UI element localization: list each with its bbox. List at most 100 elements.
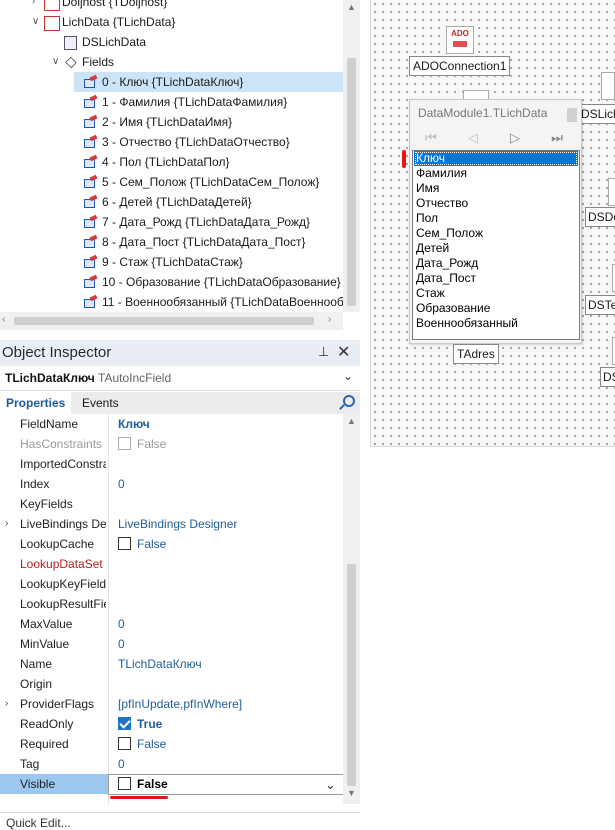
component-icon[interactable]: [608, 178, 615, 206]
tree-item[interactable]: DSLichData: [0, 32, 343, 52]
property-name[interactable]: LiveBindings Des: [20, 514, 106, 534]
tab-events[interactable]: Events: [76, 392, 125, 414]
scrollbar-thumb[interactable]: [14, 317, 314, 325]
tree-item[interactable]: 6 - Детей {TLichDataДетей}: [0, 192, 343, 212]
quick-edit-label[interactable]: Quick Edit...: [6, 816, 71, 830]
chevron-down-icon[interactable]: ⌄: [343, 369, 353, 383]
property-row[interactable]: ReadOnly True: [0, 714, 343, 734]
property-name[interactable]: Index: [20, 474, 106, 494]
tree-item[interactable]: 7 - Дата_Рожд {TLichDataДата_Рожд}: [0, 212, 343, 232]
scrollbar-thumb[interactable]: [347, 564, 356, 786]
tree-item[interactable]: ∨ Fields: [0, 52, 343, 72]
property-name[interactable]: Name: [20, 654, 106, 674]
tree-item[interactable]: › Doljnost {TDoljnost}: [0, 0, 343, 12]
property-name[interactable]: LookupResultFie: [20, 594, 106, 614]
close-icon[interactable]: ✕: [337, 342, 350, 362]
inspector-scrollbar[interactable]: ▲ ▼: [343, 414, 360, 804]
property-row[interactable]: LookupResultFie: [0, 594, 343, 614]
property-name[interactable]: ProviderFlags: [20, 694, 106, 714]
checkbox[interactable]: [118, 537, 131, 550]
property-value[interactable]: Ключ: [118, 414, 338, 434]
dataset-field-item[interactable]: Дата_Рожд: [414, 256, 578, 271]
prior-record-icon[interactable]: ◁: [452, 128, 494, 148]
tree-item[interactable]: 0 - Ключ {TLichDataКлюч}: [74, 72, 343, 92]
tree-item[interactable]: 5 - Сем_Полож {TLichDataСем_Полож}: [0, 172, 343, 192]
dataset-field-item[interactable]: Образование: [414, 301, 578, 316]
property-name[interactable]: LookupDataSet: [20, 554, 106, 574]
scroll-down-icon[interactable]: ▼: [347, 788, 356, 798]
tree-item[interactable]: 1 - Фамилия {TLichDataФамилия}: [0, 92, 343, 112]
tree-item[interactable]: 4 - Пол {TLichDataПол}: [0, 152, 343, 172]
tree-item[interactable]: 3 - Отчество {TLichDataОтчество}: [0, 132, 343, 152]
property-row[interactable]: ImportedConstra: [0, 454, 343, 474]
property-row[interactable]: LookupCache False: [0, 534, 343, 554]
property-name[interactable]: MaxValue: [20, 614, 106, 634]
property-grid[interactable]: FieldName Ключ HasConstraints False Imported…: [0, 414, 343, 804]
checkbox[interactable]: [118, 777, 131, 790]
property-name[interactable]: Visible: [0, 774, 118, 794]
search-icon[interactable]: [338, 394, 355, 410]
property-name[interactable]: LookupKeyFields: [20, 574, 106, 594]
property-row[interactable]: › ProviderFlags [pfInUpdate,pfInWhere]: [0, 694, 343, 714]
tree-item[interactable]: ∨ LichData {TLichData}: [0, 12, 343, 32]
expand-icon[interactable]: ›: [5, 514, 8, 534]
expand-icon[interactable]: ∨: [32, 12, 39, 32]
component-label[interactable]: DS: [600, 367, 615, 387]
property-name[interactable]: ImportedConstra: [20, 454, 106, 474]
property-row[interactable]: MaxValue 0: [0, 614, 343, 634]
dataset-view[interactable]: DataModule1.TLichData ⏮ ◁ ▷ ⏭ Ключ Фамили…: [402, 99, 582, 344]
scroll-left-icon[interactable]: ‹: [2, 314, 5, 325]
tree-item[interactable]: 8 - Дата_Пост {TLichDataДата_Пост}: [0, 232, 343, 252]
tadres-label[interactable]: TAdres: [453, 344, 499, 364]
property-row[interactable]: Index 0: [0, 474, 343, 494]
form-designer[interactable]: ADO ADOConnection1 DSLichDat DSDo DSTe D…: [370, 0, 615, 447]
scroll-up-icon[interactable]: ▲: [347, 416, 356, 426]
dataset-field-list[interactable]: Ключ Фамилия Имя Отчество Пол Сем_Полож Детей Д…: [412, 150, 580, 340]
property-row[interactable]: Required False: [0, 734, 343, 754]
dataset-field-item[interactable]: Дата_Пост: [414, 271, 578, 286]
property-row[interactable]: Origin: [0, 674, 343, 694]
tree-item[interactable]: 9 - Стаж {TLichDataСтаж}: [0, 252, 343, 272]
dataset-field-item[interactable]: Стаж: [414, 286, 578, 301]
property-row[interactable]: FieldName Ключ: [0, 414, 343, 434]
property-name[interactable]: LookupCache: [20, 534, 106, 554]
scroll-right-icon[interactable]: ›: [328, 314, 331, 325]
property-value[interactable]: 0: [118, 754, 338, 774]
tab-properties[interactable]: Properties: [0, 392, 72, 414]
property-value[interactable]: True: [118, 714, 338, 734]
component-label[interactable]: DSDo: [585, 207, 615, 227]
property-name[interactable]: HasConstraints: [20, 434, 106, 454]
ado-connection-label[interactable]: ADOConnection1: [409, 56, 511, 76]
component-icon[interactable]: [601, 72, 615, 100]
property-row[interactable]: MinValue 0: [0, 634, 343, 654]
pin-icon[interactable]: ⊥: [318, 344, 329, 360]
dataset-field-item[interactable]: Детей: [414, 241, 578, 256]
dataset-field-item[interactable]: Сем_Полож: [414, 226, 578, 241]
property-name[interactable]: FieldName: [20, 414, 106, 434]
checkbox[interactable]: [118, 437, 131, 450]
dataset-field-item[interactable]: Отчество: [414, 196, 578, 211]
property-row[interactable]: LookupDataSet: [0, 554, 343, 574]
property-row[interactable]: HasConstraints False: [0, 434, 343, 454]
object-selector[interactable]: TLichDataКлюч TAutoIncField ⌄: [0, 366, 360, 391]
tree-item[interactable]: 2 - Имя {TLichDataИмя}: [0, 112, 343, 132]
property-value[interactable]: False: [118, 774, 338, 794]
quick-edit-link[interactable]: Quick Edit...: [0, 812, 360, 830]
component-label[interactable]: DSLichDat: [578, 104, 615, 124]
property-name[interactable]: Origin: [20, 674, 106, 694]
tree-item[interactable]: 10 - Образование {TLichDataОбразование}: [0, 272, 343, 292]
property-value[interactable]: LiveBindings Designer: [118, 514, 338, 534]
property-value[interactable]: False: [118, 434, 338, 454]
property-value[interactable]: [pfInUpdate,pfInWhere]: [118, 694, 338, 714]
property-value[interactable]: TLichDataКлюч: [118, 654, 338, 674]
property-name[interactable]: Tag: [20, 754, 106, 774]
dataset-field-item[interactable]: Пол: [414, 211, 578, 226]
tree-horizontal-scrollbar[interactable]: ‹ ›: [0, 312, 343, 330]
ado-connection-icon[interactable]: ADO: [446, 26, 474, 54]
property-name[interactable]: ReadOnly: [20, 714, 106, 734]
expand-icon[interactable]: ∨: [52, 52, 59, 72]
dataset-field-item[interactable]: Имя: [414, 181, 578, 196]
property-name[interactable]: MinValue: [20, 634, 106, 654]
property-row[interactable]: KeyFields: [0, 494, 343, 514]
tree-item[interactable]: 11 - Военнообязанный {TLichDataВоеннообя…: [0, 292, 356, 312]
